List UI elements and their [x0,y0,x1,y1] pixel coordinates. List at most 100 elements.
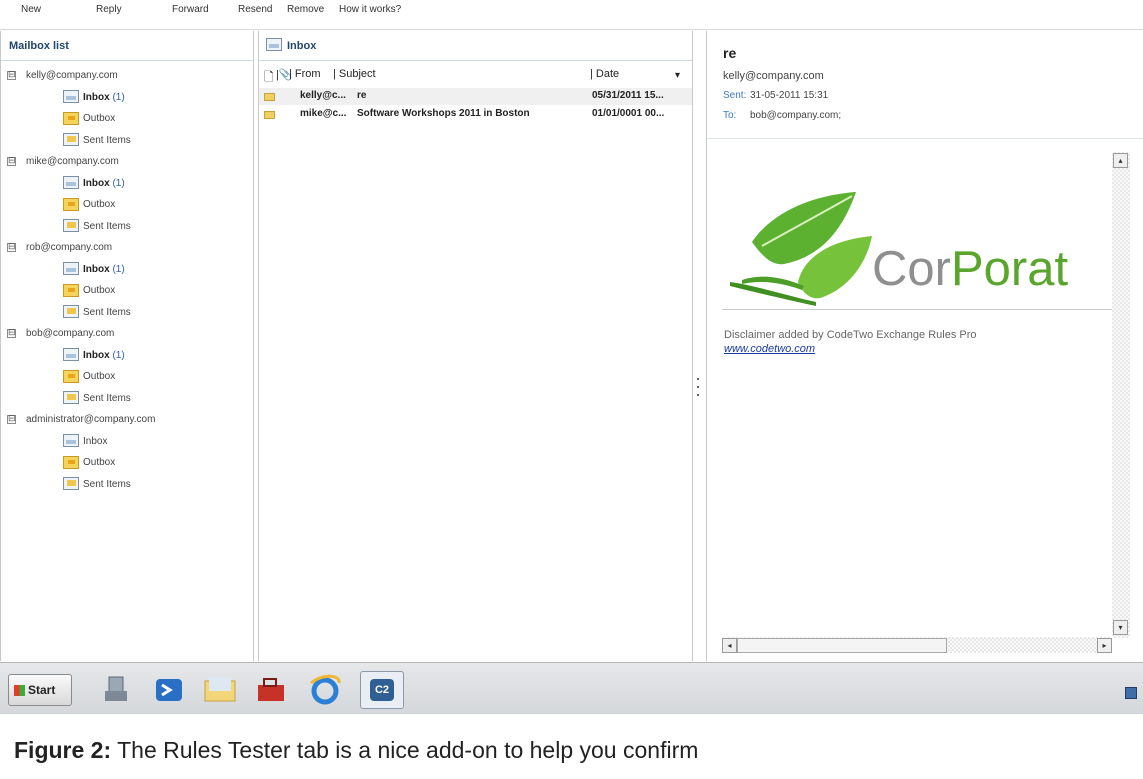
account-row[interactable]: ⊟ rob@company.com [7,239,112,256]
account-row[interactable]: ⊟ administrator@company.com [7,411,155,428]
powershell-glyph [156,679,182,701]
remove-button[interactable]: Remove [287,4,324,15]
reading-header: re kelly@company.com Sent: 31-05-2011 15… [707,31,1143,139]
inbox-folder-icon [63,262,79,276]
collapse-icon[interactable]: ⊟ [7,70,16,80]
scroll-right-icon[interactable]: ▸ [1097,638,1112,653]
column-subject[interactable]: | Subject [333,68,376,84]
screenshot: New Reply Forward Resend Remove How it w… [0,0,1143,779]
internet-explorer-icon[interactable] [305,673,345,707]
account-email: mike@company.com [26,156,119,167]
folder-sent[interactable]: Sent Items [63,390,131,407]
sent-folder-icon [63,219,79,233]
table-row[interactable]: mike@c... Software Workshops 2011 in Bos… [259,106,692,123]
forward-button[interactable]: Forward [172,4,209,15]
folder-outbox[interactable]: Outbox [63,454,115,471]
disclaimer-link[interactable]: www.codetwo.com [724,343,815,355]
sent-folder-icon [63,391,79,405]
folder-outbox[interactable]: Outbox [63,110,115,127]
collapse-icon[interactable]: ⊟ [7,414,16,424]
message-list-header: Inbox [259,31,692,61]
explorer-icon[interactable] [200,673,240,707]
folder-name: Sent Items [83,392,131,404]
mailbox-list-header: Mailbox list [1,31,253,61]
horizontal-scroll-thumb[interactable] [737,638,947,653]
message-list-pane: Inbox 🗋 |📎 | From | Subject | Date ▾ kel… [258,31,693,661]
folder-inbox[interactable]: Inbox (1) [63,89,125,106]
scroll-left-icon[interactable]: ◂ [722,638,737,653]
folder-sent[interactable]: Sent Items [63,476,131,493]
folder-name: Outbox [83,199,116,210]
pane-splitter[interactable] [696,378,700,404]
sent-folder-icon [63,133,79,147]
account-email: kelly@company.com [26,70,118,81]
collapse-icon[interactable]: ⊟ [7,242,16,252]
scroll-down-icon[interactable]: ▾ [1113,620,1128,635]
scroll-up-icon[interactable]: ▴ [1113,153,1128,168]
mailbox-list-title: Mailbox list [9,40,69,52]
folder-sent[interactable]: Sent Items [63,132,131,149]
account-row[interactable]: ⊟ bob@company.com [7,325,114,342]
to-value: bob@company.com; [750,110,842,121]
sort-arrow-icon[interactable]: ▾ [675,70,680,86]
message-subject: Software Workshops 2011 in Boston [357,108,530,119]
folder-inbox[interactable]: Inbox (1) [63,175,125,192]
folder-inbox[interactable]: Inbox [63,433,107,450]
message-from: kelly@c... [300,90,346,101]
how-it-works-button[interactable]: How it works? [339,4,401,15]
folder-inbox[interactable]: Inbox (1) [63,347,125,364]
inbox-folder-icon [63,434,79,448]
message-date: 01/01/0001 00... [592,108,665,119]
outbox-folder-icon [63,197,79,211]
folder-name: Inbox [83,263,110,275]
folder-inbox[interactable]: Inbox (1) [63,261,125,278]
folder-name: Inbox [83,349,110,361]
account-row[interactable]: ⊟ mike@company.com [7,153,119,170]
column-date[interactable]: | Date [590,68,619,84]
inbox-folder-icon [63,348,79,362]
notification-area-icon[interactable] [1125,687,1137,699]
folder-name: Outbox [83,285,116,296]
folder-name: Sent Items [83,220,131,232]
server-manager-glyph [105,676,127,701]
toolbox-icon[interactable] [250,673,290,707]
page-icon[interactable]: 🗋 [264,68,274,84]
folder-count: (1) [109,349,125,361]
folder-name: Sent Items [83,306,131,318]
folder-outbox[interactable]: Outbox [63,368,115,385]
table-row[interactable]: kelly@c... re 05/31/2011 15... [259,88,692,105]
collapse-icon[interactable]: ⊟ [7,328,16,338]
collapse-icon[interactable]: ⊟ [7,156,16,166]
sent-value: 31-05-2011 15:31 [750,90,829,101]
start-button[interactable]: Start [8,674,72,706]
folder-count: (1) [109,91,125,103]
codetwo-button[interactable]: C2 [360,671,404,709]
inbox-folder-icon [63,176,79,190]
explorer-glyph [204,677,236,702]
new-button[interactable]: New [21,4,41,15]
toolbar: New Reply Forward Resend Remove How it w… [0,0,1143,30]
folder-name: Inbox [83,91,110,103]
message-body: CorPorat Disclaimer added by CodeTwo Exc… [712,146,1131,658]
outbox-folder-icon [63,283,79,297]
folder-sent[interactable]: Sent Items [63,218,131,235]
codetwo-icon: C2 [370,679,394,701]
reply-button[interactable]: Reply [96,4,122,15]
folder-outbox[interactable]: Outbox [63,282,115,299]
powershell-icon[interactable] [150,673,190,707]
logo-text-grey: Cor [872,242,951,296]
corporate-logo-text: CorPorat [872,241,1068,297]
message-subject: re [357,90,367,101]
figure-caption: Figure 2: The Rules Tester tab is a nice… [0,719,1143,779]
logo-underline [722,309,1122,310]
folder-sent[interactable]: Sent Items [63,304,131,321]
folder-outbox[interactable]: Outbox [63,196,115,213]
taskbar: Start C2 [0,662,1143,714]
account-row[interactable]: ⊟ kelly@company.com [7,67,118,84]
to-label: To: [723,110,737,121]
vertical-scrollbar[interactable] [1112,152,1130,638]
resend-button[interactable]: Resend [238,4,272,15]
server-manager-icon[interactable] [97,673,137,707]
account-email: rob@company.com [26,242,113,253]
column-from[interactable]: | From [289,68,321,84]
